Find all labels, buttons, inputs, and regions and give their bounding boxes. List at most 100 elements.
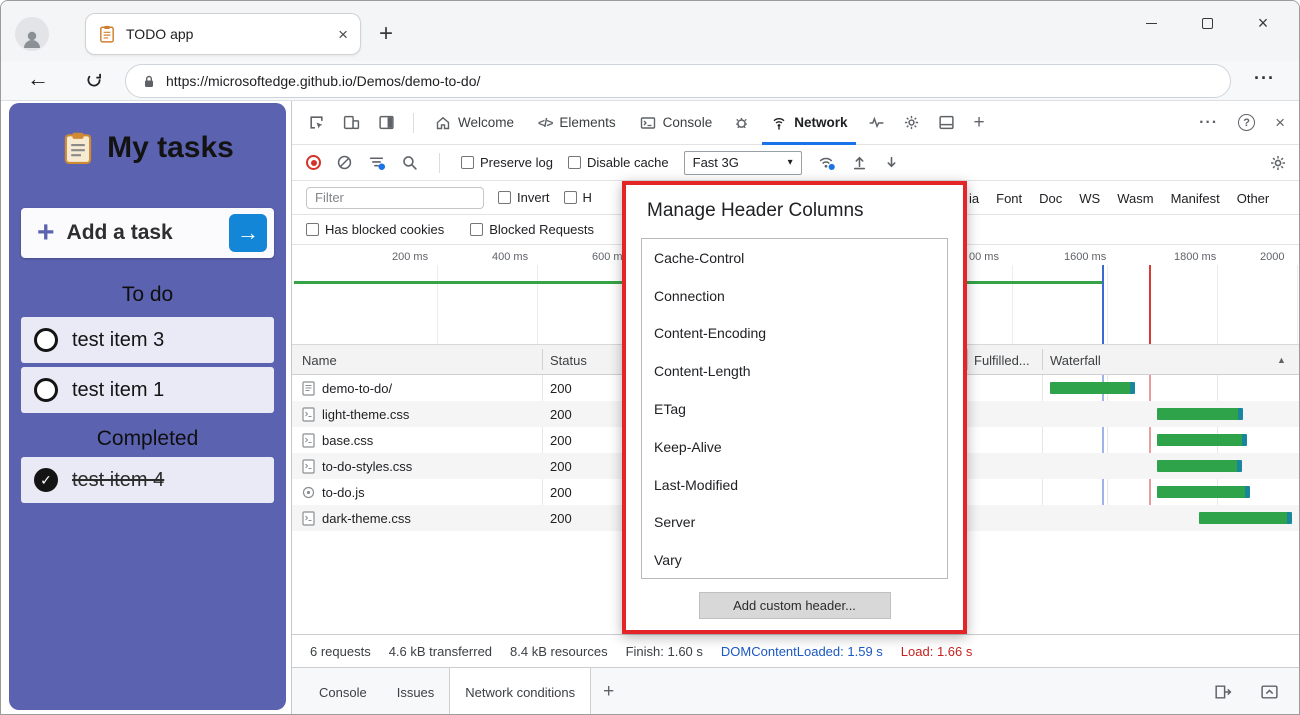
- header-option[interactable]: ETag: [642, 390, 947, 428]
- task-checkbox-checked[interactable]: ✓: [34, 468, 58, 492]
- task-item-completed[interactable]: ✓ test item 4: [21, 457, 274, 503]
- add-task-field[interactable]: + Add a task →: [21, 208, 274, 258]
- disable-cache-toggle[interactable]: Disable cache: [568, 155, 669, 170]
- close-button[interactable]: ×: [1235, 3, 1291, 43]
- throttling-dropdown[interactable]: Fast 3G ▾: [684, 151, 802, 175]
- checkbox-label: Has blocked cookies: [325, 222, 444, 237]
- preserve-log-toggle[interactable]: Preserve log: [461, 155, 553, 170]
- gear-icon[interactable]: [897, 110, 926, 135]
- filter-chip[interactable]: Manifest: [1171, 191, 1220, 206]
- filter-chip[interactable]: Wasm: [1117, 191, 1153, 206]
- network-conditions-icon[interactable]: [817, 154, 836, 171]
- network-settings-icon[interactable]: [1269, 154, 1287, 172]
- browser-menu-icon[interactable]: ···: [1254, 68, 1275, 89]
- time-label: 2000: [1260, 251, 1284, 263]
- column-header-fulfilled[interactable]: Fulfilled...: [974, 345, 1030, 375]
- header-option[interactable]: Last-Modified: [642, 466, 947, 504]
- hide-data-urls-toggle[interactable]: H: [564, 190, 592, 205]
- tab-label: Welcome: [458, 115, 514, 130]
- todo-section-header: To do: [9, 283, 286, 307]
- bug-icon[interactable]: [727, 110, 756, 135]
- dock-panel-icon[interactable]: [932, 110, 961, 135]
- performance-icon[interactable]: [862, 110, 891, 135]
- refresh-button[interactable]: [85, 71, 103, 89]
- minimize-button[interactable]: [1123, 3, 1179, 43]
- add-custom-header-button[interactable]: Add custom header...: [699, 592, 891, 619]
- undock-drawer-icon[interactable]: [1213, 683, 1232, 701]
- more-tabs-icon[interactable]: +: [967, 108, 990, 138]
- devtools-panel: Welcome </> Elements Console Network: [291, 101, 1300, 715]
- import-har-icon[interactable]: [851, 154, 868, 171]
- tab-console[interactable]: Console: [631, 101, 722, 145]
- waterfall-bar: [1199, 512, 1292, 524]
- filter-chip[interactable]: Other: [1237, 191, 1270, 206]
- column-header-waterfall[interactable]: Waterfall: [1050, 345, 1101, 375]
- browser-tab[interactable]: TODO app ×: [85, 13, 361, 55]
- checkbox[interactable]: [470, 223, 483, 236]
- drawer-tab-console[interactable]: Console: [304, 668, 382, 715]
- maximize-button[interactable]: [1179, 3, 1235, 43]
- waterfall-bar: [1050, 382, 1135, 394]
- add-task-submit-button[interactable]: →: [229, 214, 267, 252]
- column-header-name[interactable]: Name: [302, 345, 337, 375]
- header-option[interactable]: Vary: [642, 541, 947, 579]
- todo-header: My tasks: [9, 131, 286, 165]
- checkbox[interactable]: [498, 191, 511, 204]
- panel-layout-icon[interactable]: [372, 110, 401, 135]
- search-icon[interactable]: [401, 154, 418, 171]
- task-item[interactable]: test item 1: [21, 367, 274, 413]
- checkbox[interactable]: [568, 156, 581, 169]
- profile-avatar[interactable]: [15, 17, 49, 51]
- header-option[interactable]: Content-Length: [642, 352, 947, 390]
- header-option[interactable]: Server: [642, 504, 947, 542]
- column-divider[interactable]: [1042, 349, 1043, 370]
- task-checkbox[interactable]: [34, 328, 58, 352]
- expand-drawer-icon[interactable]: [1260, 683, 1279, 701]
- checkbox[interactable]: [564, 191, 577, 204]
- filter-chip[interactable]: WS: [1079, 191, 1100, 206]
- export-har-icon[interactable]: [883, 154, 900, 171]
- column-divider[interactable]: [542, 349, 543, 370]
- time-label: 200 ms: [392, 251, 428, 263]
- filter-input[interactable]: [306, 187, 484, 209]
- url-bar[interactable]: https://microsoftedge.github.io/Demos/de…: [125, 64, 1231, 98]
- column-header-status[interactable]: Status: [550, 345, 587, 375]
- chevron-down-icon: ▾: [788, 157, 793, 168]
- device-toolbar-icon[interactable]: [337, 110, 366, 135]
- header-option[interactable]: Connection: [642, 277, 947, 315]
- new-tab-button[interactable]: +: [379, 20, 393, 48]
- popup-title: Manage Header Columns: [647, 200, 963, 222]
- header-option[interactable]: Content-Encoding: [642, 315, 947, 353]
- blocked-requests-toggle[interactable]: Blocked Requests: [470, 222, 594, 237]
- drawer-more-tabs-icon[interactable]: +: [603, 681, 614, 703]
- filter-chip[interactable]: Doc: [1039, 191, 1062, 206]
- invert-toggle[interactable]: Invert: [498, 190, 550, 205]
- filter-icon[interactable]: [368, 154, 386, 171]
- sort-ascending-icon[interactable]: ▲: [1277, 355, 1286, 365]
- tab-close-icon[interactable]: ×: [338, 26, 348, 43]
- checkbox[interactable]: [306, 223, 319, 236]
- column-divider[interactable]: [967, 349, 968, 370]
- tab-network[interactable]: Network: [762, 101, 856, 145]
- back-button[interactable]: ←: [27, 66, 49, 92]
- help-icon[interactable]: ?: [1238, 114, 1255, 131]
- inspect-element-icon[interactable]: [302, 110, 331, 135]
- filter-chip[interactable]: ia: [969, 191, 979, 206]
- tab-welcome[interactable]: Welcome: [426, 101, 523, 145]
- filter-chip[interactable]: Font: [996, 191, 1022, 206]
- gridline: [1012, 265, 1013, 344]
- checkbox[interactable]: [461, 156, 474, 169]
- task-item[interactable]: test item 3: [21, 317, 274, 363]
- drawer-tab-issues[interactable]: Issues: [382, 668, 450, 715]
- record-button[interactable]: [306, 155, 321, 170]
- clear-icon[interactable]: [336, 154, 353, 171]
- header-option[interactable]: Cache-Control: [642, 239, 947, 277]
- devtools-menu-icon[interactable]: ···: [1199, 114, 1218, 132]
- blocked-cookies-toggle[interactable]: Has blocked cookies: [306, 222, 444, 237]
- devtools-close-icon[interactable]: ×: [1275, 113, 1285, 133]
- tab-elements[interactable]: </> Elements: [529, 101, 625, 145]
- task-checkbox[interactable]: [34, 378, 58, 402]
- drawer-tab-network-conditions[interactable]: Network conditions: [449, 668, 591, 715]
- header-option[interactable]: Keep-Alive: [642, 428, 947, 466]
- url-text: https://microsoftedge.github.io/Demos/de…: [166, 73, 480, 89]
